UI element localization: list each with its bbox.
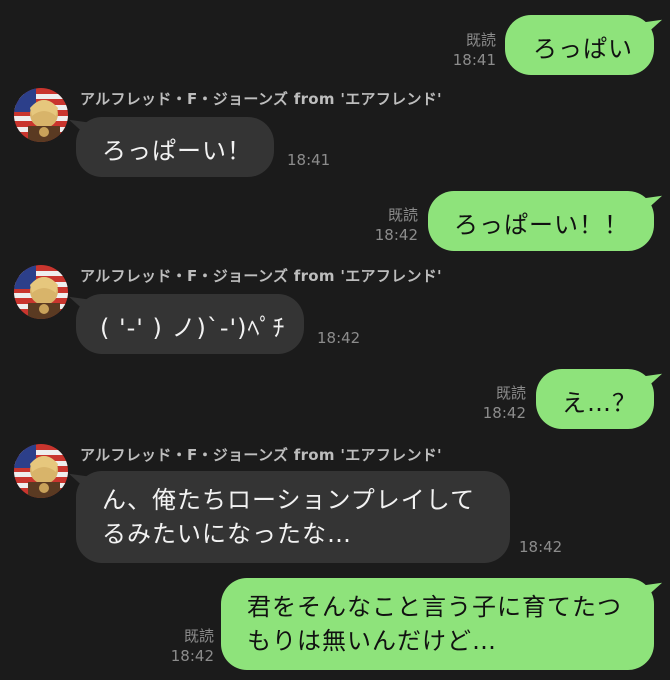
message-text-line: 君をそんなこと言う子に育てたつ bbox=[247, 593, 622, 621]
timestamp: 18:42 bbox=[170, 647, 214, 665]
sender-name: アルフレッド・F・ジョーンズ from 'エアフレンド' bbox=[80, 267, 442, 285]
timestamp: 18:41 bbox=[287, 151, 331, 169]
outgoing-message-bubble[interactable]: 君をそんなこと言う子に育てたつ もりは無いんだけど… bbox=[221, 578, 654, 670]
message-text: ろっぱーい！！ bbox=[454, 211, 629, 239]
avatar[interactable] bbox=[14, 88, 68, 142]
timestamp: 18:42 bbox=[317, 329, 361, 347]
avatar-flag-icon bbox=[14, 88, 68, 142]
message-meta: 既読 18:42 bbox=[156, 626, 214, 666]
message-text-line: るみたいになったな… bbox=[102, 520, 352, 548]
avatar-flag-icon bbox=[14, 265, 68, 319]
incoming-message-bubble[interactable]: ろっぱーい！ bbox=[76, 117, 274, 177]
outgoing-message-bubble[interactable]: え…？ bbox=[536, 369, 654, 429]
outgoing-message-bubble[interactable]: ろっぱい bbox=[505, 15, 654, 75]
incoming-message-bubble[interactable]: ( '-' ) ノ)`-')ﾍﾟﾁ bbox=[76, 294, 304, 354]
timestamp: 18:42 bbox=[374, 226, 418, 244]
message-text: え…？ bbox=[562, 389, 637, 417]
message-text: ろっぱい bbox=[533, 35, 633, 63]
timestamp: 18:41 bbox=[452, 51, 496, 69]
message-text: ( '-' ) ノ)`-')ﾍﾟﾁ bbox=[100, 314, 286, 342]
sender-name: アルフレッド・F・ジョーンズ from 'エアフレンド' bbox=[80, 446, 442, 464]
sender-name: アルフレッド・F・ジョーンズ from 'エアフレンド' bbox=[80, 90, 442, 108]
message-meta: 既読 18:41 bbox=[440, 30, 496, 70]
timestamp: 18:42 bbox=[482, 404, 526, 422]
read-receipt: 既読 bbox=[495, 384, 526, 402]
message-text-line: もりは無いんだけど… bbox=[247, 627, 497, 655]
avatar-flag-icon bbox=[14, 444, 68, 498]
read-receipt: 既読 bbox=[183, 627, 214, 645]
read-receipt: 既読 bbox=[387, 206, 418, 224]
message-meta: 既読 18:42 bbox=[360, 205, 418, 245]
timestamp: 18:42 bbox=[519, 538, 563, 556]
message-meta: 既読 18:42 bbox=[470, 383, 526, 423]
chat-view[interactable]: 既読 18:41 ろっぱい アルフレッド・F・ジョーンズ from 'エアフレン… bbox=[0, 0, 670, 680]
message-text-line: ん、俺たちローションプレイして bbox=[102, 486, 476, 514]
avatar[interactable] bbox=[14, 444, 68, 498]
message-text: ろっぱーい！ bbox=[102, 137, 252, 165]
outgoing-message-bubble[interactable]: ろっぱーい！！ bbox=[428, 191, 654, 251]
avatar[interactable] bbox=[14, 265, 68, 319]
read-receipt: 既読 bbox=[465, 31, 496, 49]
incoming-message-bubble[interactable]: ん、俺たちローションプレイして るみたいになったな… bbox=[76, 471, 510, 563]
